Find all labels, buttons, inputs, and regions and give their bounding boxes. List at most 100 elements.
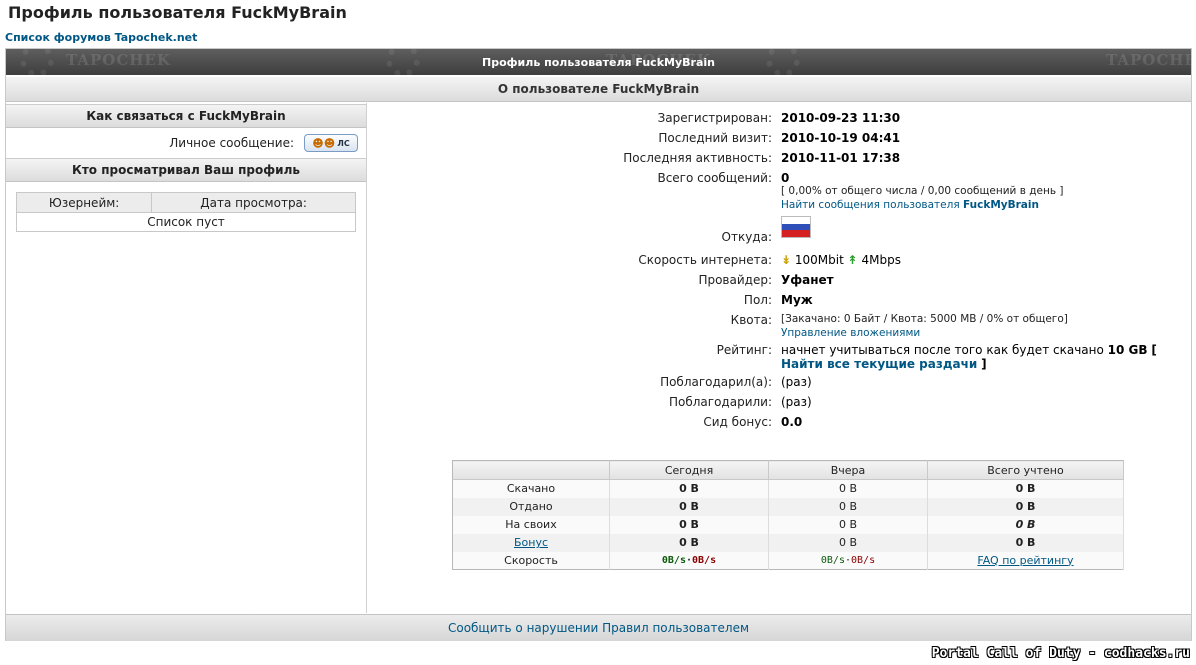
seed-bonus-row: Сид бонус: 0.0 <box>368 415 1191 429</box>
gear-icon <box>386 49 420 75</box>
gear-icon <box>766 49 800 75</box>
stats-cell: 0 B <box>609 533 769 552</box>
rating-faq-link[interactable]: FAQ по рейтингу <box>977 554 1073 567</box>
forum-list-link[interactable]: Список форумов Tapochek.net <box>5 31 197 44</box>
watermark-left: TAPOCHEK <box>66 51 171 69</box>
report-violation-link[interactable]: Сообщить о нарушении Правил пользователе… <box>448 621 749 635</box>
about-user-header: О пользователе FuckMyBrain <box>6 76 1191 102</box>
find-posts-link[interactable]: Найти сообщения пользователя FuckMyBrain <box>781 199 1039 211</box>
stats-col-empty <box>452 460 610 480</box>
from-row: Откуда: <box>368 216 1191 244</box>
table-row: Бонус 0 B 0 B 0 B <box>452 533 1124 552</box>
last-visit-row: Последний визит: 2010-10-19 04:41 <box>368 131 1191 145</box>
thanked-row: Поблагодарил(а): (раз) <box>368 375 1191 389</box>
speed-down: 100Mbit <box>794 253 844 267</box>
stats-speed-today: 0B/s·0B/s <box>609 551 769 570</box>
thanked-by-value: (раз) <box>781 395 812 409</box>
profile-views-table: Юзернейм: Дата просмотра: Список пуст <box>15 192 356 232</box>
speed-label: Скорость интернета: <box>638 253 772 267</box>
provider-row: Провайдер: Уфанет <box>368 273 1191 287</box>
stats-cell: 0 B <box>927 515 1124 534</box>
seed-bonus-label: Сид бонус: <box>703 415 772 429</box>
quota-row: Квота: [Закачано: 0 Байт / Квота: 5000 M… <box>368 313 1191 339</box>
thanked-label: Поблагодарил(а): <box>660 375 772 389</box>
gender-label: Пол: <box>743 293 772 307</box>
watermark-right: TAPOCHEK <box>1106 51 1191 69</box>
stats-cell: 0 B <box>768 533 928 552</box>
from-label: Откуда: <box>721 230 772 244</box>
registered-label: Зарегистрирован: <box>657 111 772 125</box>
speed-up: 4Mbps <box>861 253 902 267</box>
last-visit-label: Последний визит: <box>658 131 772 145</box>
provider-label: Провайдер: <box>698 273 772 287</box>
table-row: Скорость 0B/s·0B/s 0B/s·0B/s FAQ по рейт… <box>452 551 1124 570</box>
pm-label: Личное сообщение: <box>169 136 294 150</box>
table-row: На своих 0 B 0 B 0 B <box>452 515 1124 534</box>
manage-attachments-link[interactable]: Управление вложениями <box>781 327 920 339</box>
pm-row: Личное сообщение: ☻☻ ЛС <box>6 128 366 158</box>
stats-cell: 0 B <box>768 497 928 516</box>
last-activity-row: Последняя активность: 2010-11-01 17:38 <box>368 151 1191 165</box>
transfer-stats-table: Сегодня Вчера Всего учтено Скачано 0 B 0… <box>452 460 1124 570</box>
rating-row: Рейтинг: начнет учитываться после того к… <box>368 343 1191 371</box>
find-current-releases-link[interactable]: Найти все текущие раздачи <box>781 357 977 371</box>
report-bar: Сообщить о нарушении Правил пользователе… <box>6 614 1191 641</box>
stats-row-label: На своих <box>452 515 610 534</box>
table-row: Отдано 0 B 0 B 0 B <box>452 497 1124 516</box>
posts-row: Всего сообщений: 0 [ 0,00% от общего чис… <box>368 171 1191 211</box>
bonus-link[interactable]: Бонус <box>514 536 548 549</box>
thanked-by-label: Поблагодарили: <box>668 395 772 409</box>
last-activity-value: 2010-11-01 17:38 <box>781 151 901 165</box>
stats-col-total: Всего учтено <box>927 460 1124 480</box>
gender-row: Пол: Муж <box>368 293 1191 307</box>
stats-cell: 0 B <box>768 479 928 498</box>
rating-text: начнет учитываться после того как будет … <box>781 343 1108 357</box>
stats-cell: 0 B <box>609 515 769 534</box>
stats-row-label: Скачано <box>452 479 610 498</box>
stats-col-today: Сегодня <box>609 460 769 480</box>
page-title: Профиль пользователя FuckMyBrain <box>8 3 347 22</box>
views-col-username: Юзернейм: <box>15 192 153 213</box>
last-activity-label: Последняя активность: <box>623 151 772 165</box>
profile-details: Зарегистрирован: 2010-09-23 11:30 Послед… <box>368 103 1191 613</box>
pm-button-label: ЛС <box>337 138 350 148</box>
registered-value: 2010-09-23 11:30 <box>781 111 901 125</box>
stats-cell: 0 B <box>609 479 769 498</box>
russia-flag-icon <box>781 216 811 238</box>
rating-label: Рейтинг: <box>716 343 772 357</box>
stats-row-label: Скорость <box>452 551 610 570</box>
profile-views-header: Кто просматривал Ваш профиль <box>6 158 366 182</box>
left-sidebar: Как связаться с FuckMyBrain Личное сообщ… <box>6 103 367 613</box>
stats-cell: 0 B <box>927 533 1124 552</box>
profile-header-bar: TAPOCHEK TAPOCHEK TAPOCHEK Профиль польз… <box>6 49 1191 75</box>
stats-cell: 0 B <box>927 497 1124 516</box>
thanked-by-row: Поблагодарили: (раз) <box>368 395 1191 409</box>
posts-label: Всего сообщений: <box>657 171 772 185</box>
stats-cell: 0 B <box>609 497 769 516</box>
posts-stats: [ 0,00% от общего числа / 0,00 сообщений… <box>781 185 1064 197</box>
registered-row: Зарегистрирован: 2010-09-23 11:30 <box>368 111 1191 125</box>
download-arrow-icon: ↡ <box>781 253 792 267</box>
stats-speed-yesterday: 0B/s·0B/s <box>768 551 928 570</box>
views-col-date: Дата просмотра: <box>151 192 356 213</box>
speed-row: Скорость интернета: ↡ 100Mbit ↟ 4Mbps <box>368 253 1191 267</box>
stats-cell: 0 B <box>927 479 1124 498</box>
stats-cell: 0 B <box>768 515 928 534</box>
private-message-button[interactable]: ☻☻ ЛС <box>304 134 358 152</box>
stats-row-label: Отдано <box>452 497 610 516</box>
quota-label: Квота: <box>730 313 772 327</box>
site-watermark: Portal Call of Duty - codhacks.ru <box>931 646 1190 661</box>
seed-bonus-value: 0.0 <box>781 415 803 429</box>
posts-value: 0 <box>781 171 790 185</box>
stats-col-yesterday: Вчера <box>768 460 928 480</box>
provider-value: Уфанет <box>781 273 834 287</box>
table-row: Скачано 0 B 0 B 0 B <box>452 479 1124 498</box>
rating-amount: 10 GB <box>1107 343 1148 357</box>
gender-value: Муж <box>781 293 813 307</box>
profile-header-title: Профиль пользователя FuckMyBrain <box>482 55 715 69</box>
people-icon: ☻☻ <box>312 136 336 150</box>
contact-header: Как связаться с FuckMyBrain <box>6 104 366 128</box>
quota-value: [Закачано: 0 Байт / Квота: 5000 MB / 0% … <box>781 313 1068 325</box>
gear-icon <box>20 49 54 75</box>
last-visit-value: 2010-10-19 04:41 <box>781 131 901 145</box>
